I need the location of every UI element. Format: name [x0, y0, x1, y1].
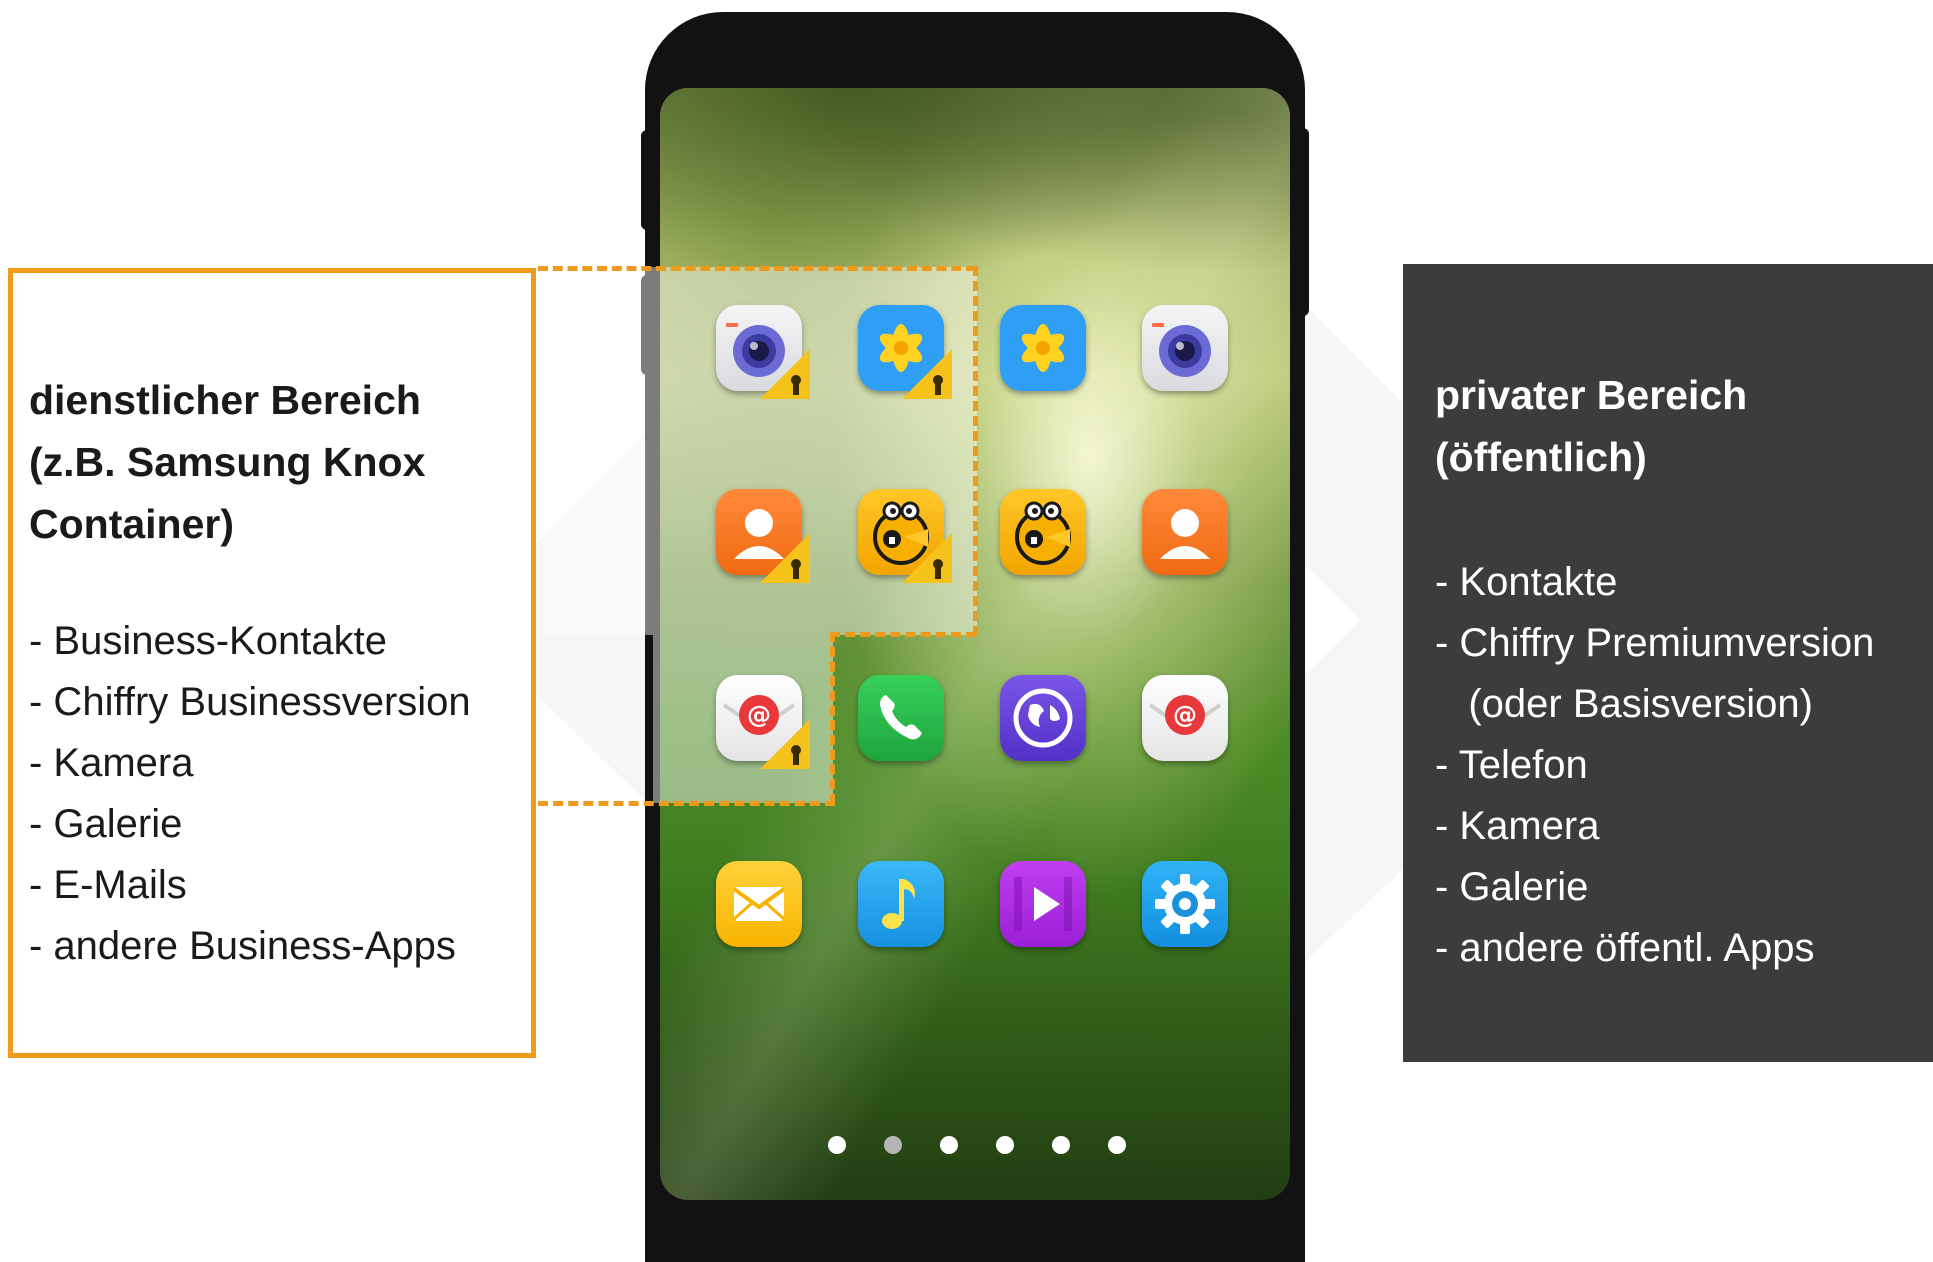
email-icon: @ — [1142, 675, 1228, 761]
globe-icon — [1000, 675, 1086, 761]
page-dot[interactable] — [940, 1136, 958, 1154]
email-app-business[interactable]: @ — [716, 675, 810, 769]
business-app-list: - Business-Kontakte - Chiffry Businessve… — [29, 611, 471, 977]
play-icon — [1000, 861, 1086, 947]
private-item: - andere öffentl. Apps — [1435, 926, 1815, 970]
business-item: - andere Business-Apps — [29, 924, 456, 968]
chiffry-icon — [1000, 489, 1086, 575]
page-dot[interactable] — [1052, 1136, 1070, 1154]
business-item: - Kamera — [29, 741, 194, 785]
business-item: - E-Mails — [29, 863, 187, 907]
phone-icon — [858, 675, 944, 761]
camera-app-business[interactable] — [716, 305, 810, 399]
contacts-icon — [1142, 489, 1228, 575]
lock-icon — [791, 559, 801, 579]
business-item: - Chiffry Businessversion — [29, 680, 471, 724]
private-item: - Telefon — [1435, 743, 1588, 787]
internet-app[interactable] — [1000, 675, 1086, 761]
messages-app[interactable] — [716, 861, 802, 947]
chiffry-app[interactable] — [1000, 489, 1086, 575]
private-item: - Kontakte — [1435, 560, 1618, 604]
lock-icon — [933, 375, 943, 395]
business-item: - Galerie — [29, 802, 183, 846]
page-indicator[interactable] — [828, 1136, 1126, 1154]
private-item: - Galerie — [1435, 865, 1589, 909]
gallery-icon — [1000, 305, 1086, 391]
lock-icon — [791, 745, 801, 765]
camera-icon — [1142, 305, 1228, 391]
chiffry-app-business[interactable] — [858, 489, 952, 583]
contacts-app-business[interactable] — [716, 489, 810, 583]
container-outline — [973, 266, 978, 636]
svg-text:@: @ — [1173, 701, 1197, 729]
gear-icon — [1142, 861, 1228, 947]
phone-app[interactable] — [858, 675, 944, 761]
lock-icon — [933, 559, 943, 579]
container-outline — [830, 632, 835, 804]
container-outline — [830, 632, 976, 637]
page-dot-active[interactable] — [884, 1136, 902, 1154]
settings-app[interactable] — [1142, 861, 1228, 947]
gallery-app[interactable] — [1000, 305, 1086, 391]
contacts-app[interactable] — [1142, 489, 1228, 575]
business-item: - Business-Kontakte — [29, 619, 387, 663]
container-outline — [538, 801, 835, 806]
private-app-list: - Kontakte - Chiffry Premiumversion (ode… — [1435, 552, 1874, 979]
email-app[interactable]: @ — [1142, 675, 1228, 761]
container-outline — [538, 266, 976, 271]
video-app[interactable] — [1000, 861, 1086, 947]
page-dot[interactable] — [1108, 1136, 1126, 1154]
music-icon — [858, 861, 944, 947]
gallery-app-business[interactable] — [858, 305, 952, 399]
private-item: (oder Basisversion) — [1435, 682, 1813, 726]
camera-app[interactable] — [1142, 305, 1228, 391]
private-item: - Chiffry Premiumversion — [1435, 621, 1875, 665]
private-item: - Kamera — [1435, 804, 1600, 848]
private-area-panel: privater Bereich (öffentlich) - Kontakte… — [1403, 264, 1933, 1062]
envelope-icon — [716, 861, 802, 947]
music-app[interactable] — [858, 861, 944, 947]
business-area-title: dienstlicher Bereich (z.B. Samsung Knox … — [29, 377, 426, 547]
private-area-title: privater Bereich (öffentlich) — [1435, 372, 1748, 480]
lock-icon — [791, 375, 801, 395]
page-dot[interactable] — [996, 1136, 1014, 1154]
business-area-panel: dienstlicher Bereich (z.B. Samsung Knox … — [8, 268, 536, 1058]
page-dot[interactable] — [828, 1136, 846, 1154]
